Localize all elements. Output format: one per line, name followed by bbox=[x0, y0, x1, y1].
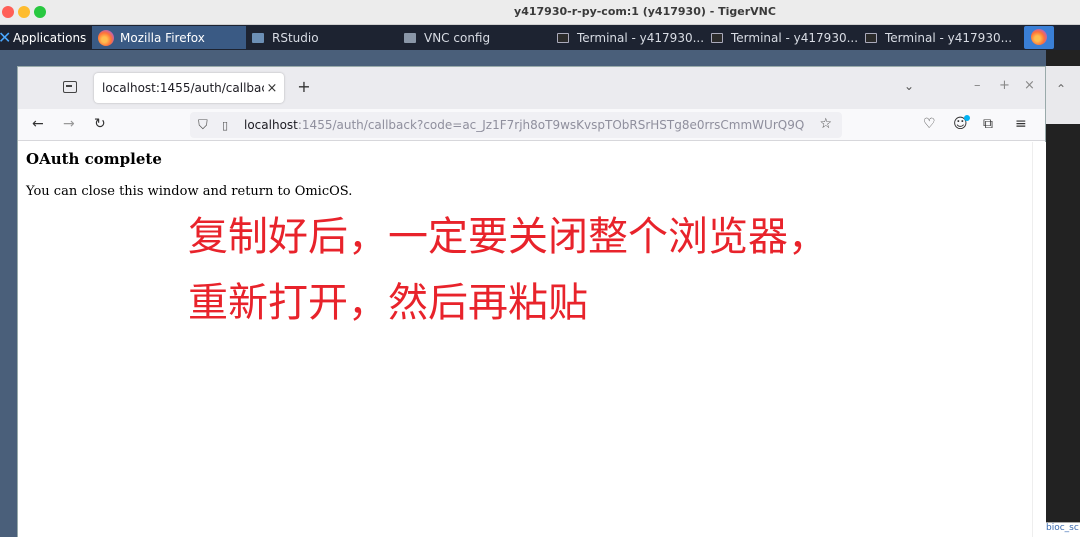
applications-menu-button[interactable]: ✕ Applications ⋮ bbox=[0, 25, 98, 50]
page-heading: OAuth complete bbox=[26, 150, 162, 168]
taskbar-item-vnc-config[interactable]: VNC config bbox=[398, 26, 551, 49]
annotation-line-1: 复制好后，一定要关闭整个浏览器， bbox=[188, 214, 828, 260]
tracking-shield-icon[interactable]: ⛉ bbox=[198, 118, 212, 133]
background-window-strip: ⌃ bbox=[1046, 66, 1080, 124]
url-bar[interactable]: ⛉ ▯ localhost:1455/auth/callback?code=ac… bbox=[190, 112, 842, 138]
tab-list-chevron-down-icon[interactable]: ⌄ bbox=[904, 79, 914, 93]
pocket-icon[interactable]: ♡ bbox=[923, 116, 936, 132]
chevron-up-icon[interactable]: ⌃ bbox=[1056, 82, 1066, 96]
maximize-icon[interactable]: + bbox=[999, 78, 1010, 93]
applications-menu-label: Applications bbox=[13, 30, 87, 45]
firefox-icon bbox=[98, 29, 114, 46]
terminal-icon bbox=[865, 32, 877, 43]
desktop-corner-label: bioc_sc bbox=[1044, 522, 1080, 537]
new-tab-button[interactable]: + bbox=[294, 77, 314, 96]
page-info-icon[interactable]: ▯ bbox=[222, 119, 234, 132]
tab-overview-icon[interactable] bbox=[62, 79, 78, 95]
taskbar-item-firefox[interactable]: Mozilla Firefox bbox=[92, 26, 246, 49]
url-host: localhost bbox=[244, 118, 298, 132]
vnc-config-icon bbox=[404, 32, 416, 43]
page-content: OAuth complete You can close this window… bbox=[18, 142, 1032, 537]
content-scrollbar[interactable] bbox=[1032, 142, 1046, 537]
terminal-icon bbox=[557, 32, 569, 43]
vnc-window-title: y417930-r-py-com:1 (y417930) - TigerVNC bbox=[514, 5, 776, 18]
taskbar-item-terminal-1[interactable]: Terminal - y417930... bbox=[551, 26, 705, 49]
taskbar-item-label: RStudio bbox=[272, 30, 319, 45]
account-badge-icon bbox=[964, 115, 970, 121]
rstudio-icon bbox=[252, 32, 264, 43]
tray-firefox-icon[interactable] bbox=[1024, 26, 1054, 49]
extensions-icon[interactable]: ⧉ bbox=[983, 116, 993, 132]
navigation-toolbar: ← → ↻ ⛉ ▯ localhost:1455/auth/callback?c… bbox=[18, 109, 1045, 141]
forward-arrow-icon[interactable]: → bbox=[63, 116, 75, 132]
page-message: You can close this window and return to … bbox=[26, 184, 353, 199]
taskbar-item-terminal-3[interactable]: Terminal - y417930... bbox=[859, 26, 1019, 49]
taskbar-item-terminal-2[interactable]: Terminal - y417930... bbox=[705, 26, 859, 49]
taskbar-item-label: Terminal - y417930... bbox=[885, 30, 1013, 45]
reload-icon[interactable]: ↻ bbox=[94, 116, 106, 132]
tab-title: localhost:1455/auth/callback bbox=[102, 81, 264, 95]
url-text[interactable]: localhost:1455/auth/callback?code=ac_Jz1… bbox=[244, 118, 804, 132]
close-icon[interactable]: × bbox=[1024, 78, 1035, 93]
url-path: :1455/auth/callback?code=ac_Jz1F7rjh8oT9… bbox=[297, 118, 804, 132]
taskbar-item-label: Terminal - y417930... bbox=[577, 30, 705, 45]
taskbar-item-label: VNC config bbox=[424, 30, 491, 45]
terminal-icon bbox=[711, 32, 723, 43]
taskbar-item-rstudio[interactable]: RStudio bbox=[246, 26, 398, 49]
close-tab-icon[interactable]: × bbox=[264, 81, 280, 96]
tab-localhost-callback[interactable]: localhost:1455/auth/callback × bbox=[94, 73, 284, 103]
annotation-line-2: 重新打开，然后再粘贴 bbox=[188, 280, 588, 326]
hamburger-menu-icon[interactable]: ≡ bbox=[1015, 116, 1027, 132]
tab-bar: localhost:1455/auth/callback × + ⌄ – + × bbox=[18, 67, 1045, 109]
back-arrow-icon[interactable]: ← bbox=[32, 116, 44, 132]
minimize-icon[interactable]: – bbox=[974, 78, 981, 93]
bookmark-star-icon[interactable]: ☆ bbox=[819, 116, 832, 132]
taskbar-panel: ✕ Applications ⋮ Mozilla Firefox RStudio… bbox=[0, 25, 1080, 50]
xfce-logo-icon: ✕ bbox=[0, 27, 12, 47]
taskbar-item-label: Terminal - y417930... bbox=[731, 30, 859, 45]
taskbar-item-label: Mozilla Firefox bbox=[120, 30, 205, 45]
vnc-window-titlebar: y417930-r-py-com:1 (y417930) - TigerVNC bbox=[0, 0, 1080, 25]
